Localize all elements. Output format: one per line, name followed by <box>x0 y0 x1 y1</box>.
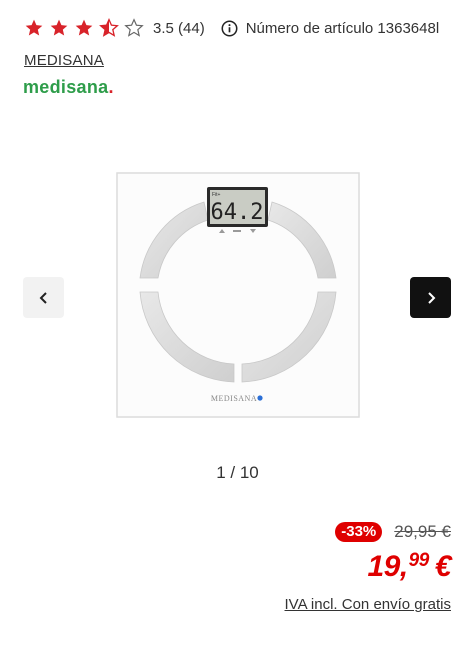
article-number: Número de artículo 1363648l <box>245 19 440 37</box>
brand-logo[interactable]: medisana. <box>23 77 114 98</box>
carousel-next-button[interactable] <box>410 277 451 318</box>
brand-link[interactable]: MEDISANA <box>24 52 104 69</box>
tax-shipping-link[interactable]: IVA incl. Con envío gratis <box>285 596 451 613</box>
rating-stars[interactable]: 3.5 (44) <box>24 18 205 38</box>
gallery-counter: 1 / 10 <box>216 463 259 482</box>
current-price-currency: € <box>434 550 452 583</box>
rating-row: 3.5 (44) Número de artículo 1363648l <box>24 14 439 42</box>
current-price-main: 19, <box>367 550 408 583</box>
rating-summary: 3.5 (44) <box>153 19 205 37</box>
current-price-cents: 99 <box>408 550 430 571</box>
current-price: 19,99 € <box>367 550 451 584</box>
info-icon[interactable] <box>221 20 238 37</box>
brand-logo-dot: . <box>108 77 114 97</box>
star-empty-icon <box>124 18 144 37</box>
star-half-icon <box>99 18 119 37</box>
old-price: 29,95 € <box>394 522 451 541</box>
price-compare-row: -33% 29,95 € <box>335 522 451 542</box>
carousel-prev-button[interactable] <box>23 277 64 318</box>
star-full-icon <box>50 19 68 36</box>
chevron-left-icon <box>39 291 47 304</box>
product-image-scale[interactable]: Fit+ 64.2 MEDISANA <box>116 172 360 418</box>
brand-logo-text: medisana <box>23 77 109 97</box>
scale-brand-label: MEDISANA <box>211 394 257 403</box>
chevron-right-icon <box>427 291 435 304</box>
star-full-icon <box>25 19 43 36</box>
scale-display-value: 64.2 <box>211 200 264 225</box>
star-full-icon <box>75 19 93 36</box>
scale-display-mode: Fit+ <box>212 192 221 198</box>
discount-badge: -33% <box>335 522 383 542</box>
